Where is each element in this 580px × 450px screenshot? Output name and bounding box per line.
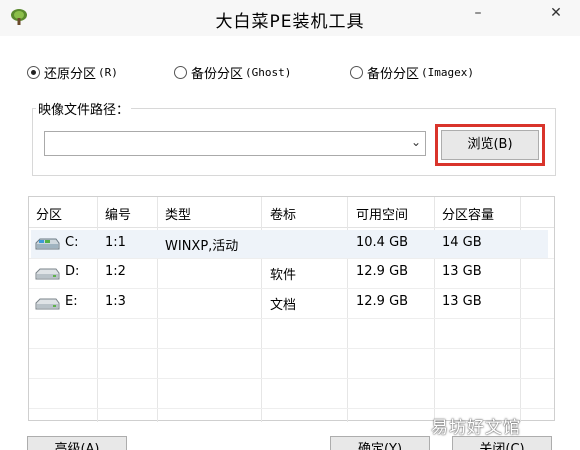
partition-capacity: 13 GB	[442, 294, 482, 309]
column-header[interactable]: 分区容量	[442, 204, 494, 223]
row-divider	[29, 318, 554, 319]
list-header: 分区 编号 类型 卷标 可用空间 分区容量	[29, 197, 554, 228]
column-header[interactable]: 类型	[165, 204, 191, 223]
radio-hotkey: (R)	[98, 66, 118, 79]
radio-hotkey: (Ghost)	[245, 66, 292, 79]
row-divider	[29, 348, 554, 349]
radio-unchecked-icon	[174, 66, 187, 79]
free-space: 12.9 GB	[356, 294, 409, 309]
radio-label: 备份分区	[191, 67, 244, 82]
drive-letter: E:	[65, 294, 78, 309]
radio-hotkey: (Imagex)	[421, 66, 474, 79]
radio-backup-ghost[interactable]: 备份分区 (Ghost)	[174, 63, 291, 82]
drive-icon	[35, 268, 60, 280]
radio-unchecked-icon	[350, 66, 363, 79]
free-space: 12.9 GB	[356, 264, 409, 279]
column-header[interactable]: 编号	[105, 204, 131, 223]
system-drive-icon	[35, 238, 60, 250]
close-button[interactable]: 关闭(C)	[452, 436, 552, 450]
ok-button[interactable]: 确定(Y)	[330, 436, 430, 450]
watermark-text: 易坊好文馆	[431, 418, 521, 438]
column-header[interactable]: 可用空间	[356, 204, 408, 223]
free-space: 10.4 GB	[356, 235, 409, 250]
partition-type: WINXP,活动	[165, 239, 239, 254]
radio-checked-icon	[27, 66, 40, 79]
radio-label: 备份分区	[367, 67, 420, 82]
column-header[interactable]: 卷标	[270, 204, 296, 223]
row-divider	[29, 258, 554, 259]
volume-label: 软件	[270, 268, 297, 283]
close-window-button[interactable]: ✕	[533, 0, 579, 28]
drive-letter: C:	[65, 235, 79, 250]
advanced-button[interactable]: 高级(A)	[27, 436, 127, 450]
row-divider	[29, 288, 554, 289]
minimize-button[interactable]: –	[455, 0, 501, 28]
partition-number: 1:2	[105, 264, 126, 279]
row-divider	[29, 378, 554, 379]
partition-list[interactable]: 分区 编号 类型 卷标 可用空间 分区容量 C: 1:1 WINXP,活动 10…	[28, 196, 555, 422]
radio-backup-imagex[interactable]: 备份分区 (Imagex)	[350, 63, 474, 82]
partition-capacity: 13 GB	[442, 264, 482, 279]
mode-selector: 还原分区 (R) 备份分区 (Ghost) 备份分区 (Imagex)	[0, 63, 580, 83]
partition-capacity: 14 GB	[442, 235, 482, 250]
radio-label: 还原分区	[44, 67, 97, 82]
drive-letter: D:	[65, 264, 80, 279]
browse-button[interactable]: 浏览(B)	[441, 130, 539, 160]
drive-icon	[35, 298, 60, 310]
chevron-down-icon[interactable]: ⌄	[411, 135, 421, 149]
title-bar: 大白菜PE装机工具 – ✕	[0, 0, 580, 36]
radio-restore-partition[interactable]: 还原分区 (R)	[27, 63, 118, 82]
partition-number: 1:1	[105, 235, 126, 250]
image-path-combobox[interactable]: ⌄	[44, 131, 426, 156]
column-header[interactable]: 分区	[36, 204, 62, 223]
partition-number: 1:3	[105, 294, 126, 309]
image-path-label: 映像文件路径：	[36, 99, 132, 118]
row-divider	[29, 408, 554, 409]
volume-label: 文档	[270, 298, 297, 313]
